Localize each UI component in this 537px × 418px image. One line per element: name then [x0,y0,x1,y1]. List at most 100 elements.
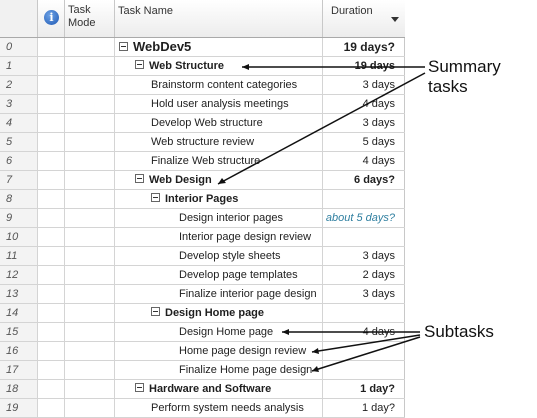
task-row[interactable]: 15? Design Home page 4 days [0,323,405,342]
task-mode-cell[interactable] [65,380,115,399]
row-number-header[interactable] [0,0,38,37]
duration-cell[interactable]: 2 days [323,266,405,285]
task-mode-cell[interactable] [65,95,115,114]
collapse-toggle-icon[interactable] [151,193,160,202]
task-row[interactable]: 9? Design interior pages about 5 days? [0,209,405,228]
task-mode-cell[interactable]: ? [65,361,115,380]
row-number[interactable]: 18 [0,380,38,399]
duration-cell[interactable]: 3 days [323,285,405,304]
duration-cell[interactable]: 4 days [323,152,405,171]
task-name-cell[interactable]: Home page design review [115,342,323,361]
duration-cell[interactable]: about 5 days? [323,209,405,228]
duration-cell[interactable] [323,228,405,247]
task-mode-cell[interactable]: ? [65,304,115,323]
task-name-cell[interactable]: Develop page templates [115,266,323,285]
row-number[interactable]: 10 [0,228,38,247]
duration-cell[interactable] [323,342,405,361]
duration-cell[interactable]: 1 day? [323,380,405,399]
task-row[interactable]: 5 Web structure review 5 days [0,133,405,152]
collapse-toggle-icon[interactable] [135,174,144,183]
task-row[interactable]: 0 WebDev5 19 days? [0,38,405,57]
task-row[interactable]: 8? Interior Pages [0,190,405,209]
task-name-cell[interactable]: Hardware and Software [115,380,323,399]
task-mode-cell[interactable] [65,38,115,57]
row-number[interactable]: 6 [0,152,38,171]
task-mode-cell[interactable] [65,76,115,95]
duration-cell[interactable]: 6 days? [323,171,405,190]
task-row[interactable]: 4 Develop Web structure 3 days [0,114,405,133]
task-row[interactable]: 19 Perform system needs analysis 1 day? [0,399,405,418]
indicators-header[interactable]: i [38,0,65,37]
task-mode-cell[interactable]: ? [65,190,115,209]
task-mode-cell[interactable]: ? [65,209,115,228]
task-name-cell[interactable]: Design Home page [115,304,323,323]
duration-cell[interactable]: 5 days [323,133,405,152]
task-row[interactable]: 17? Finalize Home page design [0,361,405,380]
task-mode-cell[interactable]: ? [65,323,115,342]
task-mode-cell[interactable] [65,399,115,418]
collapse-toggle-icon[interactable] [151,307,160,316]
task-row[interactable]: 16? Home page design review [0,342,405,361]
row-number[interactable]: 9 [0,209,38,228]
row-number[interactable]: 14 [0,304,38,323]
task-name-cell[interactable]: Brainstorm content categories [115,76,323,95]
task-name-cell[interactable]: Web Structure [115,57,323,76]
task-row[interactable]: 6 Finalize Web structure 4 days [0,152,405,171]
task-mode-cell[interactable] [65,247,115,266]
task-row[interactable]: 18 Hardware and Software 1 day? [0,380,405,399]
task-name-cell[interactable]: Interior page design review [115,228,323,247]
row-number[interactable]: 5 [0,133,38,152]
duration-cell[interactable] [323,304,405,323]
row-number[interactable]: 1 [0,57,38,76]
task-row[interactable]: 10? Interior page design review [0,228,405,247]
row-number[interactable]: 11 [0,247,38,266]
task-name-cell[interactable]: Hold user analysis meetings [115,95,323,114]
task-mode-cell[interactable] [65,171,115,190]
task-name-header[interactable]: Task Name [115,0,323,37]
duration-header[interactable]: Duration [323,0,405,37]
row-number[interactable]: 16 [0,342,38,361]
task-name-cell[interactable]: Perform system needs analysis [115,399,323,418]
task-mode-header[interactable]: Task Mode [65,0,115,37]
duration-cell[interactable]: 1 day? [323,399,405,418]
task-name-cell[interactable]: WebDev5 [115,38,323,57]
row-number[interactable]: 7 [0,171,38,190]
task-name-cell[interactable]: Web Design [115,171,323,190]
task-row[interactable]: 12 Develop page templates 2 days [0,266,405,285]
collapse-toggle-icon[interactable] [135,60,144,69]
duration-cell[interactable]: 19 days? [323,38,405,57]
row-number[interactable]: 12 [0,266,38,285]
task-name-cell[interactable]: Web structure review [115,133,323,152]
task-name-cell[interactable]: Design interior pages [115,209,323,228]
task-name-cell[interactable]: Finalize Web structure [115,152,323,171]
task-row[interactable]: 11 Develop style sheets 3 days [0,247,405,266]
task-name-cell[interactable]: Finalize Home page design [115,361,323,380]
task-mode-cell[interactable]: ? [65,228,115,247]
task-name-cell[interactable]: Develop style sheets [115,247,323,266]
collapse-toggle-icon[interactable] [119,42,128,51]
task-row[interactable]: 13? Finalize interior page design 3 days [0,285,405,304]
duration-cell[interactable]: 4 days [323,95,405,114]
row-number[interactable]: 19 [0,399,38,418]
task-mode-cell[interactable] [65,133,115,152]
task-mode-cell[interactable]: ? [65,285,115,304]
task-row[interactable]: 3 Hold user analysis meetings 4 days [0,95,405,114]
task-mode-cell[interactable]: ? [65,342,115,361]
row-number[interactable]: 2 [0,76,38,95]
task-mode-cell[interactable] [65,152,115,171]
duration-cell[interactable]: 19 days [323,57,405,76]
task-row[interactable]: 1 Web Structure 19 days [0,57,405,76]
task-name-cell[interactable]: Finalize interior page design [115,285,323,304]
chevron-down-icon[interactable] [391,17,399,22]
duration-cell[interactable]: 4 days [323,323,405,342]
row-number[interactable]: 0 [0,38,38,57]
duration-cell[interactable]: 3 days [323,76,405,95]
duration-cell[interactable] [323,190,405,209]
task-name-cell[interactable]: Develop Web structure [115,114,323,133]
task-mode-cell[interactable] [65,114,115,133]
collapse-toggle-icon[interactable] [135,383,144,392]
task-row[interactable]: 2 Brainstorm content categories 3 days [0,76,405,95]
row-number[interactable]: 13 [0,285,38,304]
duration-cell[interactable] [323,361,405,380]
duration-cell[interactable]: 3 days [323,247,405,266]
